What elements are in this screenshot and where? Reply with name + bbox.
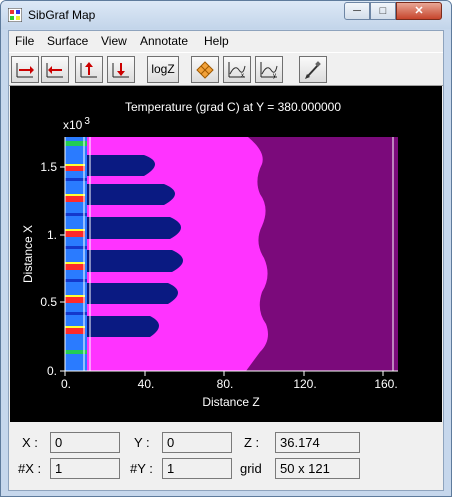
window-title: SibGraf Map bbox=[28, 8, 96, 22]
axis-x-right-button[interactable] bbox=[11, 56, 39, 83]
y-ticks bbox=[60, 166, 65, 372]
y-tick-label: 0. bbox=[47, 364, 57, 378]
x-ticks bbox=[64, 371, 384, 376]
toolbar: logZ x y bbox=[9, 52, 443, 86]
pen-icon bbox=[305, 61, 321, 79]
close-icon: ✕ bbox=[414, 5, 424, 17]
axis-x-left-icon bbox=[46, 63, 63, 78]
logz-button[interactable]: logZ bbox=[147, 56, 179, 83]
x-tick-label: 40. bbox=[138, 377, 155, 391]
minimize-icon: ─ bbox=[353, 5, 361, 17]
plot-area[interactable]: Temperature (grad C) at Y = 380.000000 x… bbox=[10, 86, 442, 422]
minimize-button[interactable]: ─ bbox=[344, 2, 370, 20]
y-profile-button[interactable]: y bbox=[255, 56, 283, 83]
temperature-map[interactable]: Temperature (grad C) at Y = 380.000000 x… bbox=[10, 86, 442, 422]
y-multiplier: x10 3 bbox=[63, 116, 90, 132]
x-tick-label: 160. bbox=[374, 377, 397, 391]
axis-x-left-button[interactable] bbox=[41, 56, 69, 83]
svg-text:x: x bbox=[241, 73, 244, 79]
app-icon bbox=[8, 8, 22, 22]
x-tick-label: 80. bbox=[217, 377, 234, 391]
x-profile-icon: x bbox=[228, 62, 246, 79]
y-profile-icon: y bbox=[260, 62, 278, 79]
axis-y-up-icon bbox=[80, 62, 97, 78]
title-bar[interactable]: SibGraf Map ─ □ ✕ bbox=[1, 1, 451, 29]
y-multiplier-exponent: 3 bbox=[84, 116, 90, 127]
menu-surface[interactable]: Surface bbox=[47, 34, 88, 48]
plot-title: Temperature (grad C) at Y = 380.000000 bbox=[125, 100, 341, 114]
axis-y-down-button[interactable] bbox=[107, 56, 135, 83]
grid-map-icon bbox=[196, 61, 214, 79]
nx-value-field[interactable]: 1 bbox=[50, 458, 120, 479]
menu-view[interactable]: View bbox=[101, 34, 127, 48]
z-value-field[interactable]: 36.174 bbox=[275, 432, 360, 453]
x-axis-label: Distance Z bbox=[202, 395, 259, 409]
grid-label: grid bbox=[240, 461, 262, 476]
nx-label: #X : bbox=[18, 461, 42, 476]
y-value-field[interactable]: 0 bbox=[162, 432, 232, 453]
app-window: SibGraf Map ─ □ ✕ File Surface View Anno… bbox=[0, 0, 452, 497]
grid-map-button[interactable] bbox=[191, 56, 219, 83]
status-panel: X : 0 Y : 0 Z : 36.174 #X : 1 #Y : 1 gri… bbox=[10, 426, 442, 490]
ny-value-field[interactable]: 1 bbox=[162, 458, 232, 479]
y-tick-label: 1. bbox=[47, 228, 57, 242]
y-tick-label: 1.5 bbox=[40, 160, 57, 174]
probe-button[interactable] bbox=[299, 56, 327, 83]
menu-file[interactable]: File bbox=[15, 34, 34, 48]
menu-help[interactable]: Help bbox=[204, 34, 229, 48]
x-tick-label: 120. bbox=[293, 377, 316, 391]
y-tick-label: 0.5 bbox=[40, 295, 57, 309]
maximize-icon: □ bbox=[379, 5, 387, 17]
menu-bar: File Surface View Annotate Help bbox=[9, 31, 443, 51]
axis-y-up-button[interactable] bbox=[75, 56, 103, 83]
axis-x-right-icon bbox=[16, 63, 34, 78]
y-multiplier-base: x10 bbox=[63, 118, 83, 132]
axis-y-down-icon bbox=[112, 63, 129, 78]
ny-label: #Y : bbox=[130, 461, 153, 476]
x-tick-label: 0. bbox=[61, 377, 71, 391]
y-axis-label: Distance X bbox=[21, 225, 35, 283]
x-label: X : bbox=[22, 435, 38, 450]
menu-annotate[interactable]: Annotate bbox=[140, 34, 188, 48]
z-label: Z : bbox=[244, 435, 260, 450]
maximize-button[interactable]: □ bbox=[370, 2, 396, 20]
close-button[interactable]: ✕ bbox=[396, 2, 442, 20]
x-value-field[interactable]: 0 bbox=[50, 432, 120, 453]
grid-value-field[interactable]: 50 x 121 bbox=[275, 458, 360, 479]
x-profile-button[interactable]: x bbox=[223, 56, 251, 83]
client-area: File Surface View Annotate Help logZ x y… bbox=[8, 30, 444, 491]
svg-text:y: y bbox=[273, 73, 276, 79]
y-label: Y : bbox=[134, 435, 150, 450]
